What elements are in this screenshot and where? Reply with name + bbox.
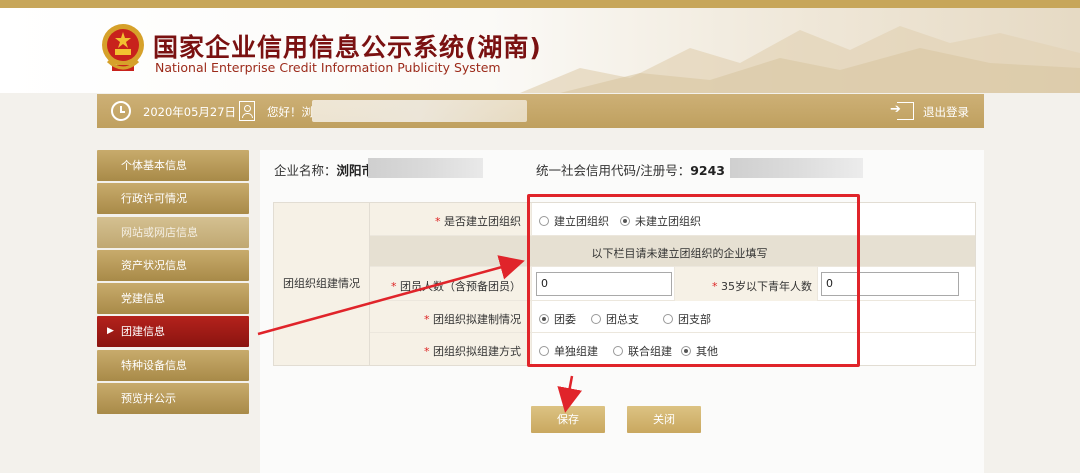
radio-selected-icon xyxy=(681,346,691,356)
main-panel: 企业名称：浏阳市 统一社会信用代码/注册号：9243 团组织组建情况 * 是否建… xyxy=(260,150,984,473)
radio-circle-icon xyxy=(613,346,623,356)
logout-icon[interactable] xyxy=(890,102,914,120)
section-label: 团组织组建情况 xyxy=(274,203,370,365)
mountain-decoration xyxy=(520,26,1080,93)
sidebar-item-basic-info[interactable]: 个体基本信息 xyxy=(97,150,249,181)
method-label: * 团组织拟组建方式 xyxy=(370,333,532,365)
radio-selected-icon xyxy=(620,216,630,226)
radio-establish-no[interactable]: 未建立团组织 xyxy=(620,213,701,229)
sidebar-item-label: 个体基本信息 xyxy=(121,159,187,172)
redacted-credit-code xyxy=(730,158,863,178)
sidebar-item-permits[interactable]: 行政许可情况 xyxy=(97,183,249,215)
credit-code-value: 9243 xyxy=(690,163,726,178)
credit-code: 统一社会信用代码/注册号：9243 xyxy=(536,160,725,179)
radio-circle-icon xyxy=(591,314,601,324)
system-label-text: 团组织拟建制情况 xyxy=(433,313,521,326)
save-button[interactable]: 保存 xyxy=(531,406,605,433)
company-name-label: 企业名称： xyxy=(274,163,337,178)
radio-method-single[interactable]: 单独组建 xyxy=(539,343,598,359)
form-row-members: * 团员人数（含预备团员） 0 * 35岁以下青年人数 0 xyxy=(370,267,975,301)
sidebar-item-label: 行政许可情况 xyxy=(121,192,187,206)
site-subtitle: National Enterprise Credit Information P… xyxy=(155,60,501,75)
required-mark: * xyxy=(424,313,430,326)
required-mark: * xyxy=(424,345,430,358)
system-label: * 团组织拟建制情况 xyxy=(370,301,532,332)
members-label-text: 团员人数（含预备团员） xyxy=(400,280,521,293)
required-mark: * xyxy=(391,280,397,293)
option-label: 未建立团组织 xyxy=(635,215,701,228)
option-label: 建立团组织 xyxy=(554,215,609,228)
info-bar: 2020年05月27日 您好！浏 退出登录 xyxy=(97,94,984,128)
option-label: 单独组建 xyxy=(554,345,598,358)
user-greeting: 您好！浏 xyxy=(267,105,313,119)
radio-circle-icon xyxy=(539,216,549,226)
national-emblem-icon xyxy=(102,24,144,71)
option-label: 其他 xyxy=(696,345,718,358)
site-title: 国家企业信用信息公示系统(湖南) xyxy=(153,33,542,62)
radio-circle-icon xyxy=(539,346,549,356)
sidebar-item-label: 资产状况信息 xyxy=(121,258,187,272)
radio-system-committee[interactable]: 团委 xyxy=(539,311,576,327)
option-label: 团支部 xyxy=(678,313,711,326)
sidebar-item-website[interactable]: 网站或网店信息 xyxy=(97,216,249,248)
youth-input[interactable]: 0 xyxy=(821,272,959,296)
radio-system-branch[interactable]: 团支部 xyxy=(663,311,711,327)
sidebar-item-label: 预览并公示 xyxy=(121,392,176,406)
instruction-banner: 以下栏目请未建立团组织的企业填写 xyxy=(591,247,768,260)
user-icon xyxy=(239,101,255,121)
site-header: 国家企业信用信息公示系统(湖南) National Enterprise Cre… xyxy=(0,8,1080,93)
option-label: 团委 xyxy=(554,313,576,326)
establish-label-text: 是否建立团组织 xyxy=(444,215,521,228)
logout-link[interactable]: 退出登录 xyxy=(923,104,969,120)
youth-label: * 35岁以下青年人数 xyxy=(674,267,818,301)
youth-label-text: 35岁以下青年人数 xyxy=(721,280,812,293)
form-row-system: * 团组织拟建制情况 团委 团总支 团支部 xyxy=(370,301,975,333)
sidebar-item-label: 网站或网店信息 xyxy=(121,225,198,239)
method-label-text: 团组织拟组建方式 xyxy=(433,345,521,358)
credit-code-label: 统一社会信用代码/注册号： xyxy=(536,163,691,178)
radio-method-other[interactable]: 其他 xyxy=(681,343,718,359)
form-row-method: * 团组织拟组建方式 单独组建 联合组建 其他 xyxy=(370,333,975,365)
redacted-username xyxy=(312,100,527,122)
current-date: 2020年05月27日 xyxy=(143,105,237,119)
triangle-right-icon: ▶ xyxy=(107,326,114,337)
league-form: 团组织组建情况 * 是否建立团组织 建立团组织 未建立团组织 以下栏目请未建立团… xyxy=(273,202,976,366)
members-label: * 团员人数（含预备团员） xyxy=(370,267,532,300)
top-strip xyxy=(0,0,1080,8)
sidebar-nav: 个体基本信息 行政许可情况 网站或网店信息 资产状况信息 党建信息 ▶ 团建信息 … xyxy=(97,150,249,416)
option-label: 团总支 xyxy=(606,313,639,326)
sidebar-item-assets[interactable]: 资产状况信息 xyxy=(97,249,249,281)
sidebar-item-preview[interactable]: 预览并公示 xyxy=(97,383,249,415)
required-mark: * xyxy=(435,215,441,228)
radio-selected-icon xyxy=(539,314,549,324)
establish-label: * 是否建立团组织 xyxy=(370,203,532,235)
option-label: 联合组建 xyxy=(628,345,672,358)
clock-icon xyxy=(111,101,131,121)
radio-method-joint[interactable]: 联合组建 xyxy=(613,343,672,359)
radio-establish-yes[interactable]: 建立团组织 xyxy=(539,213,609,229)
sidebar-item-equipment[interactable]: 特种设备信息 xyxy=(97,349,249,381)
company-name: 企业名称：浏阳市 xyxy=(274,160,374,179)
page: 国家企业信用信息公示系统(湖南) National Enterprise Cre… xyxy=(0,0,1080,473)
radio-system-general[interactable]: 团总支 xyxy=(591,311,639,327)
sidebar-item-label: 团建信息 xyxy=(121,325,165,339)
sidebar-item-league[interactable]: ▶ 团建信息 xyxy=(97,316,249,348)
form-row-establish: * 是否建立团组织 建立团组织 未建立团组织 xyxy=(370,203,975,236)
members-input[interactable]: 0 xyxy=(536,272,672,296)
sidebar-item-party[interactable]: 党建信息 xyxy=(97,283,249,315)
redacted-company-name xyxy=(368,158,483,178)
sidebar-item-label: 党建信息 xyxy=(121,292,165,306)
form-row-banner: 以下栏目请未建立团组织的企业填写 xyxy=(370,236,975,267)
close-button[interactable]: 关闭 xyxy=(627,406,701,433)
required-mark: * xyxy=(712,280,718,293)
radio-circle-icon xyxy=(663,314,673,324)
sidebar-item-label: 特种设备信息 xyxy=(121,358,187,372)
